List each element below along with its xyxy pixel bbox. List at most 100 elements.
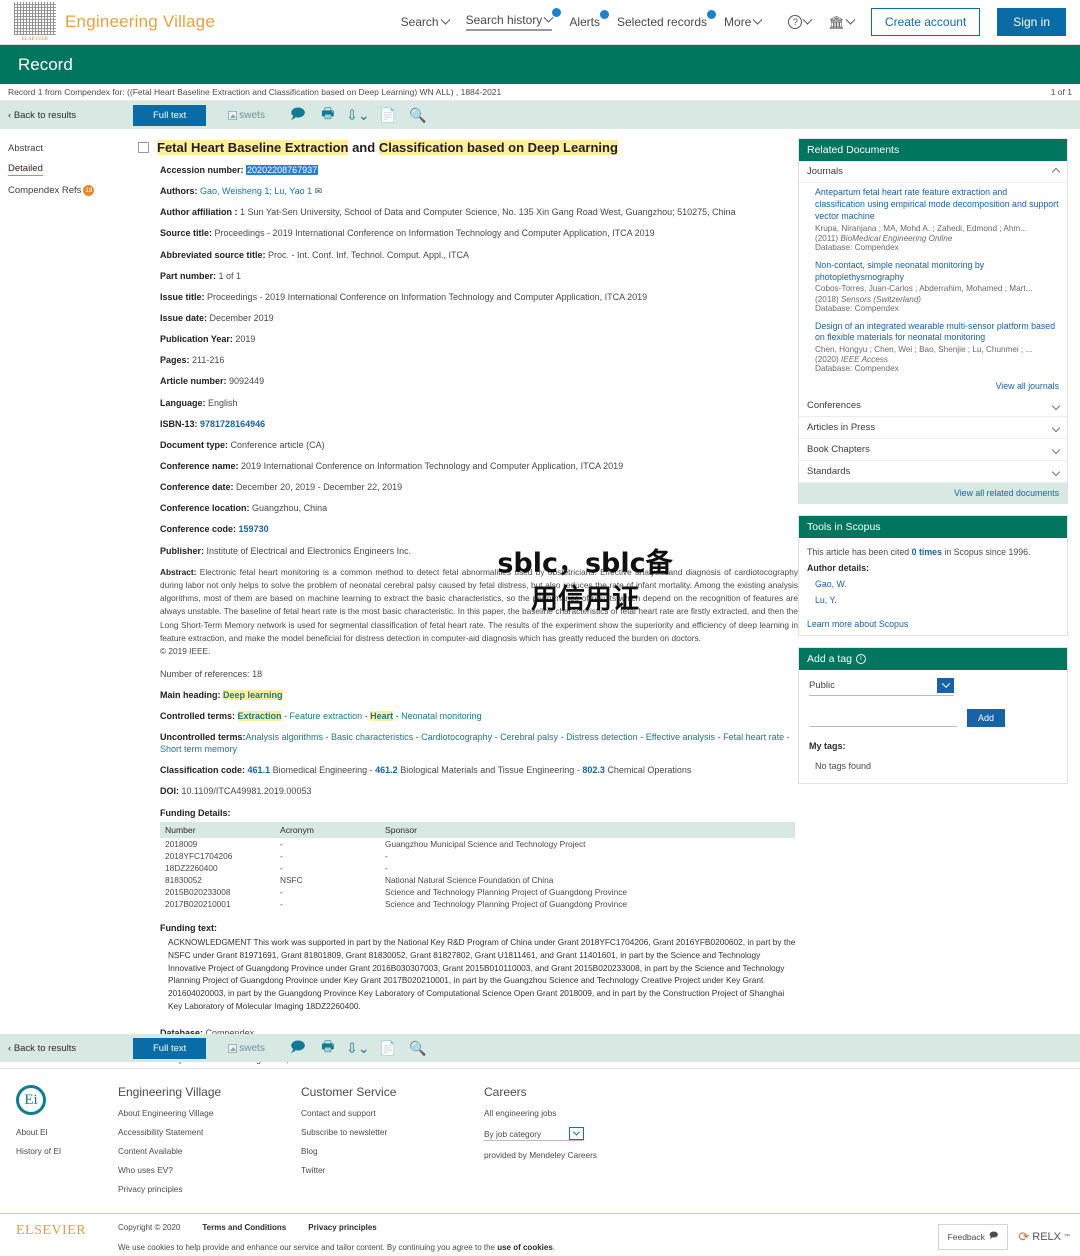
footer-link[interactable]: Contact and support [301,1108,484,1118]
email-author-icon[interactable]: ✉ [315,186,323,196]
nav-search-history[interactable]: Search history [465,8,562,31]
related-doc-authors: Krupa, Niranjana ; MA, Mohd A. ; Zahedi,… [815,223,1028,233]
footer-link-history-of-ei[interactable]: History of EI [16,1146,118,1156]
related-section-book-chapters-label: Book Chapters [807,444,870,456]
download-icon[interactable]: ⇩⌄ [343,1040,373,1057]
classification-code[interactable]: 461.1 [248,765,271,775]
create-account-button[interactable]: Create account [870,8,981,36]
select-record-checkbox[interactable] [138,142,149,153]
search-icon[interactable]: 🔍 [403,1040,433,1057]
footer-link-about-ei[interactable]: About EI [16,1127,118,1137]
use-of-cookies-link[interactable]: use of cookies [497,1243,553,1252]
funding-number: 2017B020210001 [165,898,231,909]
nav-selected-records-label: Selected records [617,15,708,29]
footer-link[interactable]: Blog [301,1146,484,1156]
terms-and-conditions-link[interactable]: Terms and Conditions [202,1223,286,1232]
related-doc-title[interactable]: Non-contact, simple neonatal monitoring … [815,260,1059,284]
funding-number: 2015B020233008 [165,886,231,897]
related-doc-title[interactable]: Design of an integrated wearable multi-s… [815,321,1059,345]
nav-search[interactable]: Search [401,14,451,29]
controlled-term[interactable]: Neonatal monitoring [401,711,482,721]
classification-code[interactable]: 461.2 [375,765,398,775]
swets-broken-image-bottom[interactable]: swets [228,1043,265,1054]
back-to-results-link-top[interactable]: ‹ Back to results [8,110,133,121]
search-icon[interactable]: 🔍 [403,107,433,124]
classification-code[interactable]: 802.3 [582,765,605,775]
full-text-button-top[interactable]: Full text [133,104,207,126]
nav-alerts[interactable]: Alerts [569,10,609,29]
full-text-button-bottom[interactable]: Full text [133,1037,207,1059]
uncontrolled-term[interactable]: Fetal heart rate [723,732,784,742]
comment-icon[interactable]: 🗩 [283,103,313,127]
learn-more-about-scopus-link[interactable]: Learn more about Scopus [799,616,1067,635]
authors-value[interactable]: Gao, Weisheng 1; Lu, Yao 1 [200,186,312,196]
conf-code-value[interactable]: 159730 [239,524,269,534]
tag-input[interactable] [809,712,957,727]
footer-link[interactable]: Accessibility Statement [118,1127,301,1137]
sidebar-item-abstract[interactable]: Abstract [8,143,138,154]
footer-link[interactable]: Who uses EV? [118,1165,301,1175]
related-section-articles-in-press[interactable]: Articles in Press [799,417,1067,440]
nav-selected-records[interactable]: Selected records [617,10,717,29]
tag-visibility-select[interactable]: Public [809,677,954,696]
comment-icon[interactable]: 🗩 [283,1036,313,1060]
uncontrolled-term[interactable]: Distress detection [566,732,638,742]
institution-menu[interactable]: 🏛 [828,14,856,29]
sign-in-button[interactable]: Sign in [997,8,1066,36]
uncontrolled-term[interactable]: Cerebral palsy [500,732,558,742]
sidebar-item-detailed[interactable]: Detailed [8,163,138,176]
print-icon[interactable]: 🖶 [313,1036,343,1060]
uncontrolled-term[interactable]: Cardiotocography [421,732,492,742]
classification-label: Classification code: [160,765,246,776]
field-doi: DOI: 10.1109/ITCA49981.2019.00053 [160,785,798,797]
feedback-label: Feedback [947,1232,985,1242]
scopus-author-link[interactable]: Lu, Y. [807,593,1059,609]
controlled-term[interactable]: Heart [370,710,394,721]
nav-more[interactable]: More [724,14,763,29]
footer-link[interactable]: Content Available [118,1146,301,1156]
main-heading-value[interactable]: Deep learning [223,689,283,700]
isbn-value[interactable]: 9781728164946 [200,419,265,429]
feedback-button[interactable]: Feedback 🗩 [937,1224,1009,1250]
uncontrolled-term[interactable]: Effective analysis [646,732,715,742]
footer-link[interactable]: Subscribe to newsletter [301,1127,484,1137]
back-to-results-link-bottom[interactable]: ‹ Back to results [8,1043,133,1054]
funding-sponsor: - [385,850,388,861]
relx-logo: ⟳ RELX ™ [1018,1229,1070,1244]
view-all-journals-link[interactable]: View all journals [799,377,1067,395]
controlled-term[interactable]: Extraction [237,710,282,721]
print-icon[interactable]: 🖶 [313,103,343,127]
add-tag-button[interactable]: Add [967,708,1006,727]
email-icon[interactable]: 📄 [373,107,403,124]
job-category-select[interactable]: By job category [484,1127,584,1141]
uncontrolled-term[interactable]: Short term memory [160,744,237,754]
scopus-author-link[interactable]: Gao, W. [807,577,1059,593]
help-menu[interactable]: ? [788,14,813,29]
info-icon[interactable]: i [855,653,866,664]
related-doc-title[interactable]: Antepartum fetal heart rate feature extr… [815,187,1059,223]
issue-date-value: December 2019 [209,312,274,323]
tools-in-scopus-title: Tools in Scopus [799,516,1067,539]
swets-broken-image-top[interactable]: swets [228,110,265,121]
email-icon[interactable]: 📄 [373,1040,403,1057]
related-section-conferences[interactable]: Conferences [799,395,1067,418]
accession-number-value: 20202208767937 [246,165,319,175]
view-all-related-documents-link[interactable]: View all related documents [799,483,1067,504]
related-section-standards[interactable]: Standards [799,461,1067,484]
footer-link[interactable]: Privacy principles [118,1184,301,1194]
funding-details-label: Funding Details: [160,807,231,818]
download-icon[interactable]: ⇩⌄ [343,107,373,124]
footer-link[interactable]: About Engineering Village [118,1108,301,1118]
controlled-term[interactable]: Feature extraction [290,711,363,721]
related-section-book-chapters[interactable]: Book Chapters [799,439,1067,462]
privacy-principles-link[interactable]: Privacy principles [308,1223,376,1232]
related-section-journals[interactable]: Journals [799,161,1067,183]
record-title-part-2: and [348,140,379,155]
uncontrolled-term[interactable]: Analysis algorithms [246,732,324,742]
sidebar-item-compendex-refs[interactable]: Compendex Refs 18 [8,185,138,196]
uncontrolled-term[interactable]: Basic characteristics [331,732,413,742]
footer-link[interactable]: Twitter [301,1165,484,1175]
field-uncontrolled-terms: Uncontrolled terms:Analysis algorithms -… [160,731,790,755]
footer-link-all-engineering-jobs[interactable]: All engineering jobs [484,1108,667,1118]
brand-logo[interactable]: ELSEVIER Engineering Village [14,2,215,42]
